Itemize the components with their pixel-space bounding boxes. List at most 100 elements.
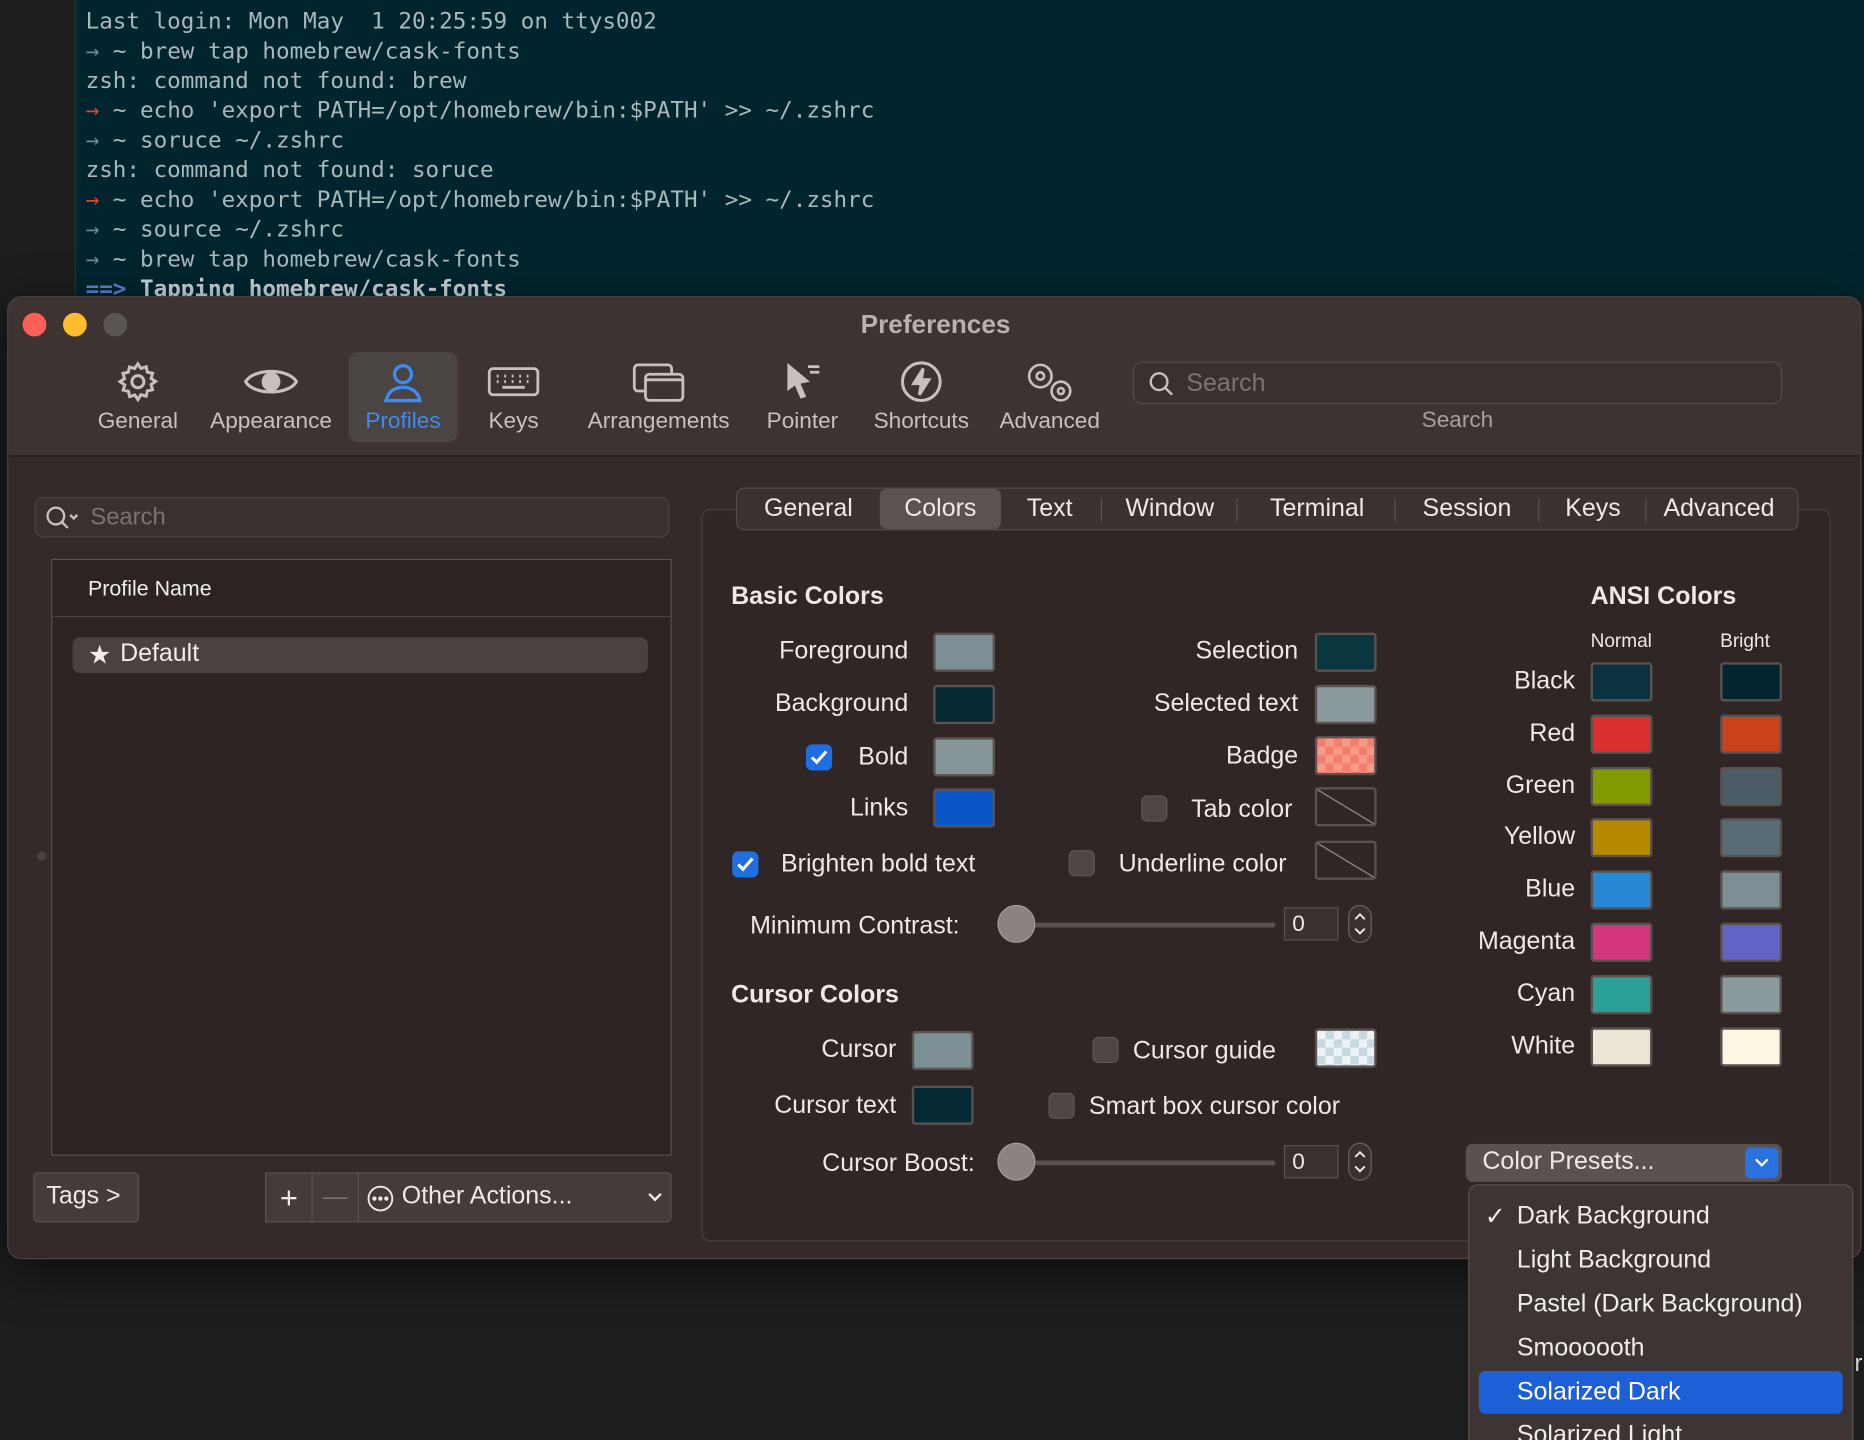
selection-color-well[interactable]	[1314, 632, 1377, 672]
ansi-white-normal-well[interactable]	[1590, 1026, 1653, 1067]
minimum-contrast-slider[interactable]	[997, 904, 1036, 943]
menu-item-solarized-dark[interactable]: Solarized Dark	[1517, 1378, 1681, 1407]
ansi-black-normal-well[interactable]	[1590, 662, 1653, 702]
underline-color-checkbox[interactable]	[1068, 850, 1095, 877]
add-profile-button[interactable]: +	[265, 1172, 313, 1223]
ansi-green-bright-well[interactable]	[1720, 766, 1782, 806]
toolbar-keys[interactable]: Keys	[474, 352, 552, 442]
cursor-text-color-well[interactable]	[911, 1085, 974, 1125]
profile-search-input[interactable]: Search	[34, 497, 670, 538]
menu-item-pastel[interactable]: Pastel (Dark Background)	[1517, 1290, 1803, 1319]
window-title: Preferences	[860, 309, 1011, 339]
cursor-boost-field[interactable]: 0	[1283, 1145, 1339, 1179]
ansi-cyan-normal-well[interactable]	[1590, 974, 1653, 1015]
ansi-white-bright-well[interactable]	[1720, 1026, 1782, 1067]
tab-color-well[interactable]	[1314, 787, 1377, 827]
menu-item-light-background[interactable]: Light Background	[1517, 1246, 1711, 1275]
resize-handle[interactable]	[36, 851, 47, 861]
minimum-contrast-track[interactable]	[1009, 922, 1276, 928]
profile-list: Profile Name ★ Default	[51, 558, 672, 1156]
no-color-icon	[1317, 843, 1375, 878]
terminal-line: → ~ echo 'export PATH=/opt/homebrew/bin:…	[85, 186, 875, 213]
ansi-cyan-label: Cyan	[1516, 979, 1576, 1007]
pointer-icon	[787, 362, 820, 399]
ansi-cyan-bright-well[interactable]	[1720, 974, 1782, 1015]
ansi-magenta-normal-well[interactable]	[1590, 922, 1653, 962]
menu-item-solarized-light[interactable]: Solarized Light	[1517, 1421, 1682, 1440]
terminal-line: → ~ soruce ~/.zshrc	[85, 127, 344, 154]
toolbar-general[interactable]: General	[92, 352, 185, 442]
tab-general[interactable]: General	[749, 489, 868, 529]
ansi-yellow-label: Yellow	[1503, 823, 1576, 851]
tab-window[interactable]: Window	[1113, 489, 1227, 529]
toolbar-pointer[interactable]: Pointer	[760, 352, 846, 442]
cursor-boost-slider[interactable]	[997, 1142, 1036, 1181]
selected-text-label: Selected text	[1153, 689, 1299, 718]
foreground-color-well[interactable]	[933, 632, 996, 672]
cursor-boost-stepper[interactable]	[1348, 1142, 1372, 1181]
cursor-guide-checkbox[interactable]	[1092, 1036, 1119, 1064]
tab-color-label: Tab color	[1191, 795, 1293, 823]
badge-label: Badge	[1225, 741, 1299, 770]
menu-item-dark-background[interactable]: Dark Background	[1517, 1202, 1710, 1231]
color-presets-button[interactable]: Color Presets...	[1465, 1143, 1782, 1182]
tab-divider	[1100, 498, 1102, 522]
cursor-boost-track[interactable]	[1009, 1160, 1276, 1166]
terminal-line: → ~ source ~/.zshrc	[85, 216, 344, 243]
chevron-down-icon	[1745, 1147, 1779, 1179]
cursor-text-label: Cursor text	[774, 1091, 897, 1119]
background-color-well[interactable]	[933, 684, 996, 725]
toolbar-arrangements[interactable]: Arrangements	[581, 352, 736, 442]
terminal-edge-text: r	[1854, 1350, 1863, 1377]
minimum-contrast-field[interactable]: 0	[1283, 907, 1339, 941]
minimum-contrast-stepper[interactable]	[1348, 904, 1372, 943]
ansi-green-label: Green	[1505, 771, 1576, 799]
terminal-line: → ~ brew tap homebrew/cask-fonts	[85, 38, 521, 65]
list-item[interactable]: ★ Default	[72, 637, 648, 674]
ansi-magenta-bright-well[interactable]	[1720, 922, 1782, 962]
selected-text-color-well[interactable]	[1314, 684, 1377, 725]
tab-keys[interactable]: Keys	[1548, 489, 1638, 529]
tab-session[interactable]: Session	[1405, 489, 1529, 529]
ansi-yellow-normal-well[interactable]	[1590, 818, 1653, 858]
tab-terminal[interactable]: Terminal	[1248, 489, 1386, 529]
gear-icon	[117, 361, 159, 403]
search-icon	[46, 506, 79, 529]
ansi-black-bright-well[interactable]	[1720, 662, 1782, 702]
cursor-color-well[interactable]	[911, 1030, 974, 1071]
toolbar-search-input[interactable]: Search	[1132, 361, 1782, 405]
smart-box-cursor-checkbox[interactable]	[1048, 1092, 1075, 1119]
ansi-blue-bright-well[interactable]	[1720, 870, 1782, 910]
terminal-line: zsh: command not found: brew	[85, 67, 467, 94]
person-icon	[383, 363, 423, 403]
cursor-colors-heading: Cursor Colors	[731, 980, 899, 1009]
toolbar-shortcuts[interactable]: Shortcuts	[867, 352, 976, 442]
ansi-red-normal-well[interactable]	[1590, 714, 1653, 754]
tags-button[interactable]: Tags >	[33, 1172, 140, 1223]
tab-colors[interactable]: Colors	[879, 488, 1001, 530]
tab-color-checkbox[interactable]	[1141, 795, 1168, 822]
ansi-blue-normal-well[interactable]	[1590, 870, 1653, 910]
menu-item-smoooooth[interactable]: Smoooooth	[1517, 1334, 1645, 1363]
links-color-well[interactable]	[933, 788, 996, 828]
other-actions-button[interactable]: Other Actions...	[357, 1172, 672, 1223]
terminal-line: zsh: command not found: soruce	[85, 156, 494, 184]
toolbar-advanced[interactable]: Advanced	[995, 352, 1104, 442]
tab-advanced[interactable]: Advanced	[1652, 489, 1785, 529]
ansi-red-bright-well[interactable]	[1720, 714, 1782, 754]
profile-list-header[interactable]: Profile Name	[52, 560, 671, 618]
foreground-label: Foreground	[779, 637, 909, 665]
brighten-bold-checkbox[interactable]	[732, 851, 759, 878]
underline-color-well[interactable]	[1314, 840, 1377, 880]
badge-color-well[interactable]	[1314, 736, 1377, 776]
ansi-yellow-bright-well[interactable]	[1720, 818, 1782, 858]
toolbar-profiles[interactable]: Profiles	[348, 351, 458, 443]
remove-profile-button[interactable]: —	[311, 1172, 360, 1223]
color-presets-menu: ✓ Dark Background Light Background Paste…	[1468, 1184, 1854, 1440]
bold-checkbox[interactable]	[805, 744, 833, 771]
bold-color-well[interactable]	[933, 737, 996, 777]
cursor-guide-color-well[interactable]	[1314, 1028, 1377, 1068]
ansi-green-normal-well[interactable]	[1590, 766, 1653, 806]
toolbar-appearance[interactable]: Appearance	[206, 352, 337, 442]
tab-text[interactable]: Text	[1008, 489, 1091, 529]
